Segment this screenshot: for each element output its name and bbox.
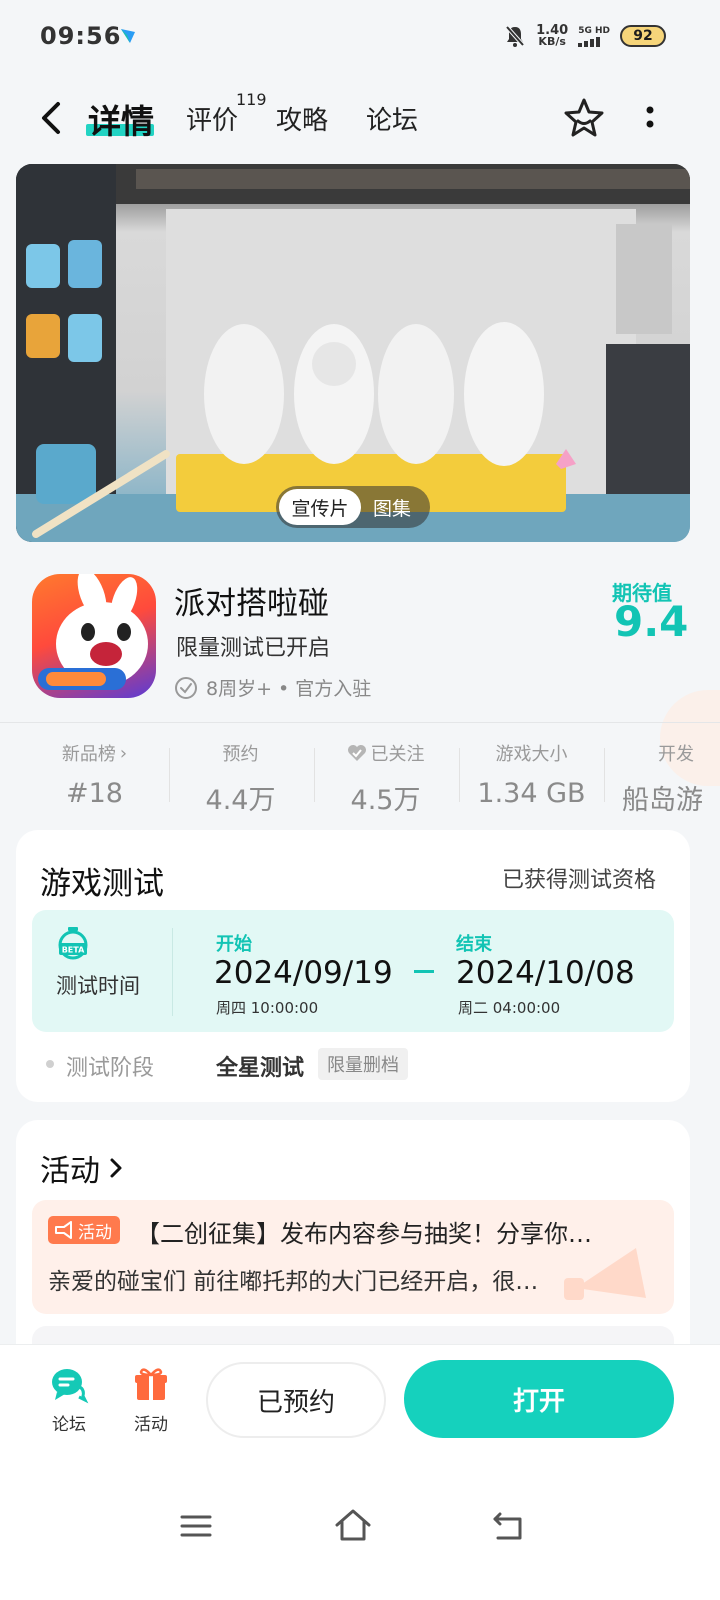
stat-label: 已关注 (370, 744, 425, 765)
home-icon[interactable] (334, 1508, 372, 1542)
recent-apps-icon[interactable] (180, 1512, 212, 1540)
favorite-star-icon[interactable] (562, 96, 606, 140)
forum-label: 论坛 (52, 1415, 86, 1435)
expectation-score: 9.4 (614, 597, 689, 646)
stat-label: 游戏大小 (495, 744, 568, 765)
tab-review[interactable]: 评价 (186, 100, 238, 137)
status-time: 09:56 (40, 22, 122, 50)
test-phase-label: 测试阶段 (66, 1056, 155, 1081)
toggle-gallery[interactable]: 图集 (361, 489, 423, 525)
system-back-icon[interactable] (492, 1510, 526, 1542)
stat-new-rank[interactable]: 新品榜 › #18 (22, 740, 167, 810)
app-meta: 8周岁+ • 官方入驻 (174, 674, 371, 701)
app-notification-icon (121, 29, 135, 43)
app-icon (32, 574, 156, 698)
test-phase-tag: 限量删档 (318, 1048, 408, 1080)
chevron-right-icon: › (119, 742, 128, 764)
chevron-right-icon (110, 1158, 122, 1178)
bottom-nav-forum[interactable]: 论坛 (44, 1364, 94, 1435)
bottom-nav-activity[interactable]: 活动 (126, 1364, 176, 1435)
stat-value: 4.5万 (350, 785, 421, 816)
end-date: 2024/10/08 (456, 955, 635, 991)
signal-indicator: 5G HD (578, 26, 610, 47)
end-time: 周二 04:00:00 (458, 999, 561, 1017)
back-button[interactable] (34, 98, 70, 138)
tab-forum[interactable]: 论坛 (366, 100, 418, 137)
stat-value: #18 (66, 778, 123, 809)
app-name: 派对搭啦碰 (174, 586, 329, 622)
activity-description: 亲爱的碰宝们 前往嘟托邦的大门已经开启，很… (48, 1269, 539, 1295)
media-type-toggle[interactable]: 宣传片 图集 (276, 486, 430, 528)
tab-detail[interactable]: 详情 (88, 95, 154, 143)
heart-check-icon (347, 745, 366, 761)
stat-value: 4.4万 (205, 785, 276, 816)
activity-badge-text: 活动 (78, 1222, 112, 1243)
activity-section-header[interactable]: 活动 (40, 1146, 124, 1190)
app-meta-text: 8周岁+ • 官方入驻 (206, 678, 372, 700)
test-phase-value: 全星测试 (216, 1056, 305, 1081)
date-range-dash (414, 970, 434, 973)
activity-headline: 【二创征集】发布内容参与抽奖！分享你… (136, 1220, 592, 1248)
stat-label: 开发 (658, 744, 694, 765)
stat-value: 1.34 GB (477, 778, 586, 809)
activity-title: 活动 (40, 1154, 100, 1189)
start-date: 2024/09/19 (214, 955, 393, 991)
end-label: 结束 (456, 934, 492, 955)
beta-text: BETA (62, 946, 85, 955)
battery-indicator: 92 (620, 25, 666, 47)
phase-bullet (46, 1060, 54, 1068)
status-icons: 1.40 KB/s 5G HD 92 (504, 24, 666, 48)
stat-game-size: 游戏大小 1.34 GB (459, 740, 604, 809)
app-tagline: 限量测试已开启 (176, 636, 331, 661)
gift-icon (135, 1368, 167, 1400)
panel-divider (172, 928, 173, 1016)
verified-check-icon (175, 676, 197, 699)
stat-value: 船岛游 (622, 785, 703, 816)
reserved-button[interactable]: 已预约 (206, 1362, 386, 1438)
start-label: 开始 (216, 934, 252, 955)
stat-label: 预约 (222, 744, 259, 765)
stat-developer[interactable]: 开发 船岛游 (604, 740, 720, 817)
test-qualification-status: 已获得测试资格 (502, 868, 657, 893)
network-speed: 1.40 KB/s (536, 23, 569, 48)
toggle-promo-video[interactable]: 宣传片 (279, 489, 361, 525)
stat-label: 新品榜 (61, 744, 116, 765)
activity-label: 活动 (134, 1415, 168, 1435)
open-button[interactable]: 打开 (404, 1360, 674, 1438)
activity-badge: 活动 (48, 1216, 120, 1244)
bell-muted-icon (505, 25, 525, 47)
start-time: 周四 10:00:00 (216, 999, 319, 1017)
megaphone-icon (55, 1221, 72, 1239)
tab-guide[interactable]: 攻略 (276, 100, 328, 137)
more-menu-icon[interactable] (640, 100, 660, 136)
beta-clock-icon: BETA (58, 927, 88, 960)
divider (0, 722, 720, 723)
stat-reservations: 预约 4.4万 (168, 740, 313, 817)
stat-followers[interactable]: 已关注 4.5万 (313, 740, 458, 817)
forum-chat-icon (52, 1369, 89, 1404)
game-test-title: 游戏测试 (40, 866, 164, 902)
test-time-label: 测试时间 (56, 974, 140, 998)
review-count-badge: 119 (236, 90, 267, 109)
